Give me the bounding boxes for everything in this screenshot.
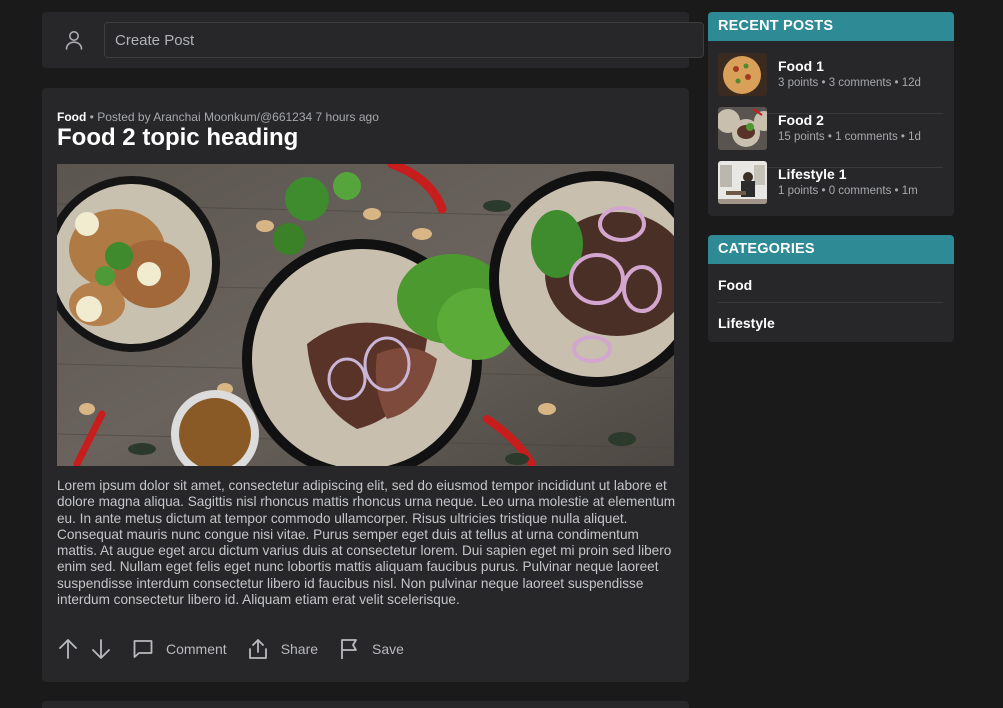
recent-posts-heading: RECENT POSTS bbox=[708, 12, 954, 41]
flag-icon bbox=[341, 639, 357, 659]
save-label: Save bbox=[372, 641, 404, 657]
post-category[interactable]: Food bbox=[57, 110, 86, 124]
recent-post-stats: 1 points • 0 comments • 1m bbox=[778, 185, 918, 197]
divider bbox=[718, 302, 943, 303]
recent-post-stats: 15 points • 1 comments • 1d bbox=[778, 131, 921, 143]
post-byline: • Posted by Aranchai Moonkum/@661234 7 h… bbox=[89, 110, 379, 124]
post-actions: Comment Share Save bbox=[57, 636, 404, 662]
post-meta: Food • Posted by Aranchai Moonkum/@66123… bbox=[57, 110, 379, 124]
share-button[interactable]: Share bbox=[247, 637, 318, 661]
post-title[interactable]: Food 2 topic heading bbox=[57, 124, 298, 152]
recent-post-item[interactable]: Food 1 3 points • 3 comments • 12d bbox=[718, 53, 943, 107]
recent-post-thumbnail bbox=[718, 107, 767, 150]
arrow-down-icon bbox=[92, 639, 110, 659]
category-item-food[interactable]: Food bbox=[718, 277, 752, 293]
arrow-up-icon bbox=[59, 639, 77, 659]
user-icon[interactable] bbox=[62, 28, 86, 52]
comment-button[interactable]: Comment bbox=[132, 638, 227, 660]
save-button[interactable]: Save bbox=[338, 637, 404, 661]
recent-post-item[interactable]: Food 2 15 points • 1 comments • 1d bbox=[718, 107, 943, 161]
recent-post-item[interactable]: Lifestyle 1 1 points • 0 comments • 1m bbox=[718, 161, 943, 215]
recent-posts-widget: RECENT POSTS Food 1 3 points • 3 comment… bbox=[708, 12, 954, 216]
recent-post-thumbnail bbox=[718, 161, 767, 204]
post-body: Lorem ipsum dolor sit amet, consectetur … bbox=[57, 478, 676, 608]
recent-post-title: Food 2 bbox=[778, 112, 824, 128]
category-item-lifestyle[interactable]: Lifestyle bbox=[718, 315, 775, 331]
comment-icon bbox=[133, 640, 153, 658]
share-icon bbox=[248, 639, 267, 659]
recent-post-stats: 3 points • 3 comments • 12d bbox=[778, 77, 921, 89]
post-image bbox=[57, 164, 674, 466]
recent-post-title: Lifestyle 1 bbox=[778, 166, 847, 182]
downvote-button[interactable] bbox=[90, 637, 112, 661]
recent-post-title: Food 1 bbox=[778, 58, 824, 74]
categories-widget: CATEGORIES Food Lifestyle bbox=[708, 235, 954, 342]
upvote-button[interactable] bbox=[57, 637, 79, 661]
post-card: Food • Posted by Aranchai Moonkum/@66123… bbox=[42, 88, 689, 682]
recent-post-thumbnail bbox=[718, 53, 767, 96]
create-post-bar bbox=[42, 12, 704, 68]
share-label: Share bbox=[280, 641, 319, 657]
comment-label: Comment bbox=[166, 641, 227, 657]
categories-heading: CATEGORIES bbox=[708, 235, 954, 264]
next-post-card bbox=[42, 701, 689, 708]
create-post-input[interactable] bbox=[104, 22, 704, 58]
